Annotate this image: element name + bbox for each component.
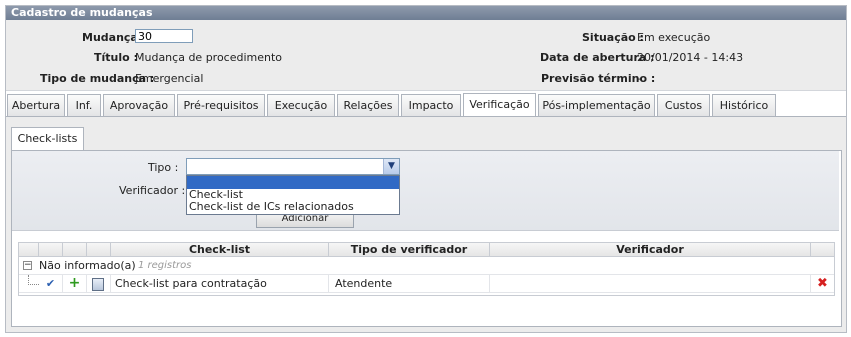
titulo-value: Mudança de procedimento — [135, 51, 283, 64]
group-label: Não informado(a) — [39, 259, 136, 272]
mudanca-input[interactable] — [135, 29, 193, 43]
table-row: ✔ + Check-list para contratação Atendent… — [19, 275, 834, 293]
column-verificador[interactable]: Verificador — [490, 243, 811, 256]
change-header: Mudança : Título : Mudança de procedimen… — [6, 20, 846, 91]
tab-custos[interactable]: Custos — [657, 94, 710, 116]
grid-header-spacer-4 — [87, 243, 111, 256]
plus-icon[interactable]: + — [68, 276, 81, 290]
tipo-mudanca-value: Emergencial — [135, 72, 204, 85]
check-lists-frame: Tipo : ▼ Verificador : Adicionar Check-l… — [11, 150, 842, 327]
checklist-cell: Check-list para contratação — [111, 275, 329, 292]
check-list-grid: Check-list Tipo de verificador Verificad… — [18, 242, 835, 296]
tab-inf[interactable]: Inf. — [67, 94, 101, 116]
add-button[interactable]: Adicionar — [256, 213, 354, 228]
grid-header-spacer-1 — [19, 243, 39, 256]
column-tipo-verificador[interactable]: Tipo de verificador — [329, 243, 490, 256]
filter-form: Tipo : ▼ Verificador : Adicionar Check-l… — [12, 151, 839, 231]
grid-header: Check-list Tipo de verificador Verificad… — [19, 243, 834, 257]
tab-pos-implementacao[interactable]: Pós-implementação — [538, 94, 655, 116]
verificacao-panel: Check-lists Tipo : ▼ Verificador : Adici… — [6, 117, 846, 332]
window-title: Cadastro de mudanças — [6, 6, 846, 20]
collapse-icon[interactable]: − — [23, 261, 32, 270]
edit-check-icon[interactable]: ✔ — [44, 277, 57, 290]
tipo-select[interactable]: ▼ — [186, 158, 400, 175]
delete-cell: ✖ — [811, 275, 834, 292]
tab-aprovacao[interactable]: Aprovação — [103, 94, 175, 116]
option-check-list-ics[interactable]: Check-list de ICs relacionados — [187, 201, 399, 213]
tipo-verificador-cell: Atendente — [329, 275, 490, 292]
add-cell: + — [63, 275, 87, 292]
verificador-label: Verificador : — [119, 184, 186, 197]
verificador-cell — [490, 275, 811, 292]
tree-connector — [19, 275, 39, 292]
tab-relacoes[interactable]: Relações — [337, 94, 399, 116]
tab-abertura[interactable]: Abertura — [7, 94, 65, 116]
column-check-list[interactable]: Check-list — [111, 243, 329, 256]
tipo-dropdown-list: Check-list Check-list de ICs relacionado… — [186, 175, 400, 215]
situacao-label: Situação : — [582, 31, 644, 44]
report-cell — [87, 275, 111, 292]
change-registration-panel: Cadastro de mudanças Mudança : Título : … — [5, 5, 847, 333]
group-count: 1 registros — [138, 260, 192, 271]
chevron-down-icon[interactable]: ▼ — [383, 159, 399, 174]
grid-header-spacer-2 — [39, 243, 63, 256]
tab-impacto[interactable]: Impacto — [401, 94, 461, 116]
tipo-label: Tipo : — [148, 161, 179, 174]
delete-x-icon[interactable]: ✖ — [816, 277, 829, 290]
tab-bar: Abertura Inf. Aprovação Pré-requisitos E… — [6, 92, 846, 117]
tab-execucao[interactable]: Execução — [267, 94, 335, 116]
edit-cell: ✔ — [39, 275, 63, 292]
tab-historico[interactable]: Histórico — [712, 94, 776, 116]
data-abertura-value: 20/01/2014 - 14:43 — [637, 51, 744, 64]
report-icon[interactable] — [92, 278, 104, 291]
tab-pre-requisitos[interactable]: Pré-requisitos — [177, 94, 265, 116]
grid-header-spacer-3 — [63, 243, 87, 256]
situacao-value: Em execução — [637, 31, 711, 44]
group-row: − Não informado(a) 1 registros — [19, 257, 834, 275]
previsao-termino-value: - — [637, 72, 641, 85]
tab-verificacao[interactable]: Verificação — [463, 93, 536, 117]
subtab-check-lists[interactable]: Check-lists — [11, 127, 84, 151]
titulo-label: Título : — [94, 51, 138, 64]
